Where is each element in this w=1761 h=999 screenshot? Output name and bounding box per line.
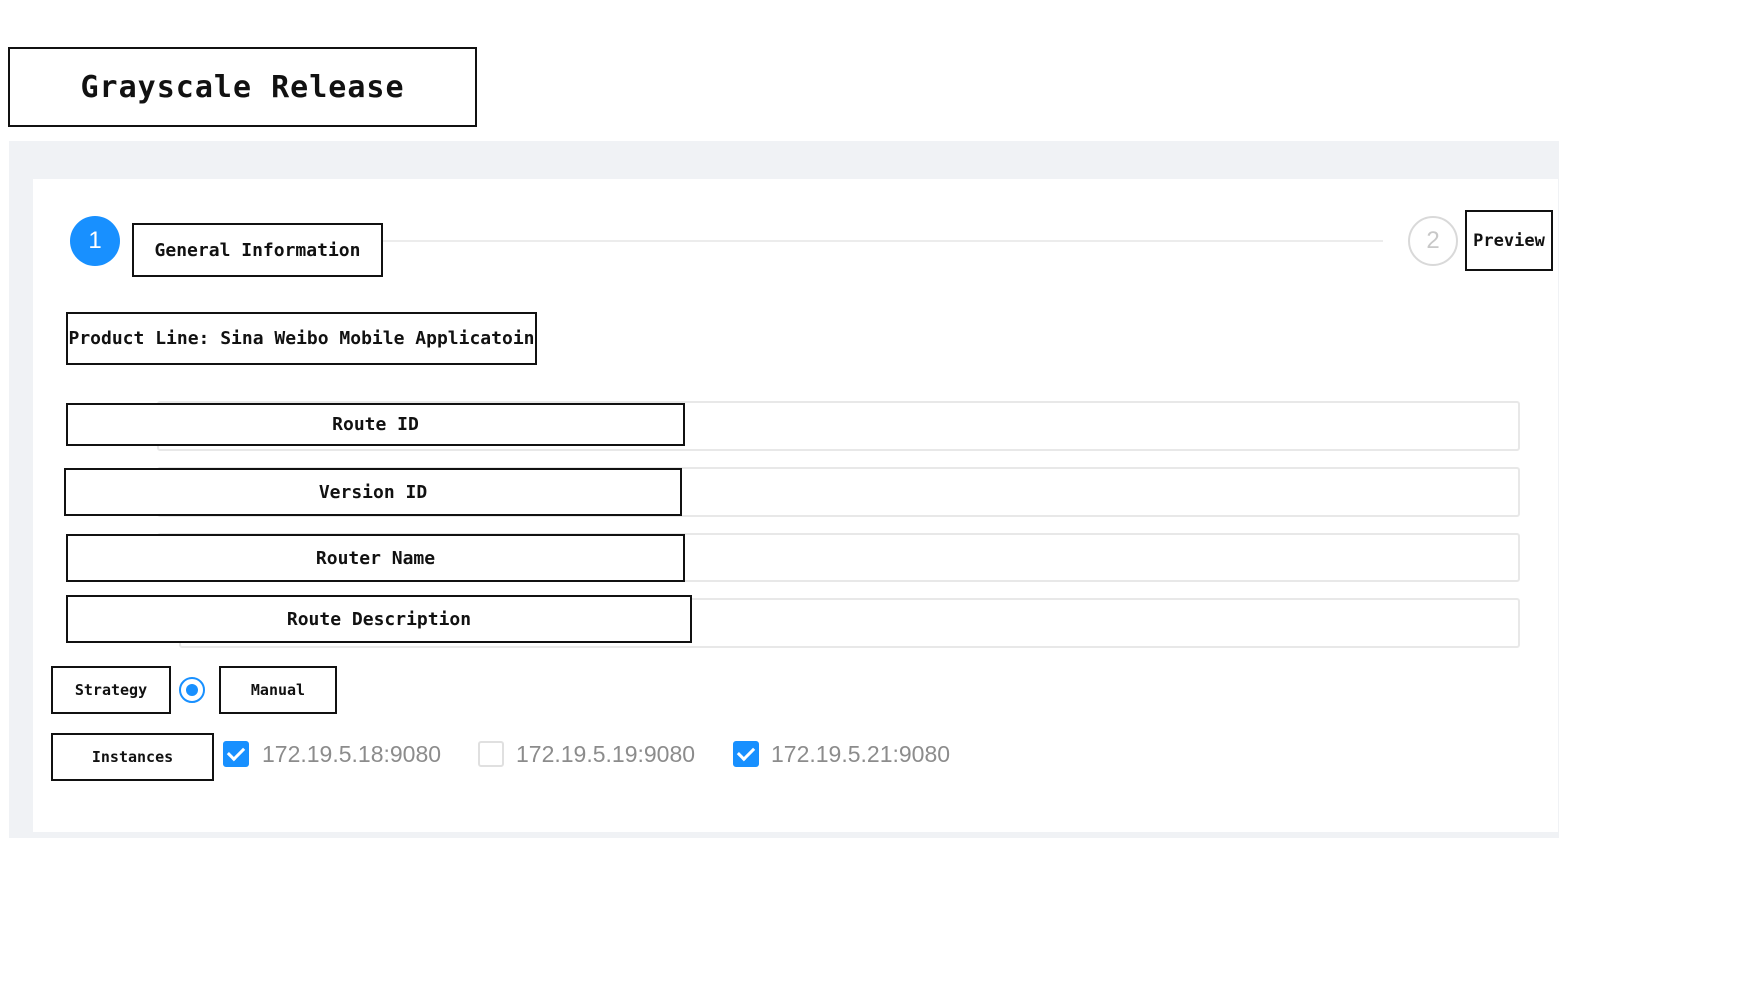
instance-checkbox-2[interactable] xyxy=(478,741,504,767)
instance-address-2[interactable]: 172.19.5.19:9080 xyxy=(516,739,695,769)
step-1-indicator[interactable]: 1 xyxy=(70,216,120,266)
strategy-label: Strategy xyxy=(51,666,171,714)
manual-option-label[interactable]: Manual xyxy=(219,666,337,714)
radio-selected-dot xyxy=(186,684,198,696)
instances-label: Instances xyxy=(51,733,214,781)
step-2-indicator[interactable]: 2 xyxy=(1408,216,1458,266)
checkmark-icon xyxy=(736,742,756,762)
route-id-label: Route ID xyxy=(66,403,685,446)
route-description-label: Route Description xyxy=(66,595,692,643)
instance-checkbox-3[interactable] xyxy=(733,741,759,767)
manual-radio[interactable] xyxy=(179,677,205,703)
page-title: Grayscale Release xyxy=(8,47,477,127)
steps-connector xyxy=(383,240,1383,242)
version-id-label: Version ID xyxy=(64,468,682,516)
checkmark-icon xyxy=(226,742,246,762)
step-1-label[interactable]: General Information xyxy=(132,223,383,277)
instance-checkbox-1[interactable] xyxy=(223,741,249,767)
instance-address-1[interactable]: 172.19.5.18:9080 xyxy=(262,739,441,769)
step-2-label[interactable]: Preview xyxy=(1465,210,1553,271)
instance-address-3[interactable]: 172.19.5.21:9080 xyxy=(771,739,950,769)
product-line-info: Product Line: Sina Weibo Mobile Applicat… xyxy=(66,312,537,365)
router-name-label: Router Name xyxy=(66,534,685,582)
